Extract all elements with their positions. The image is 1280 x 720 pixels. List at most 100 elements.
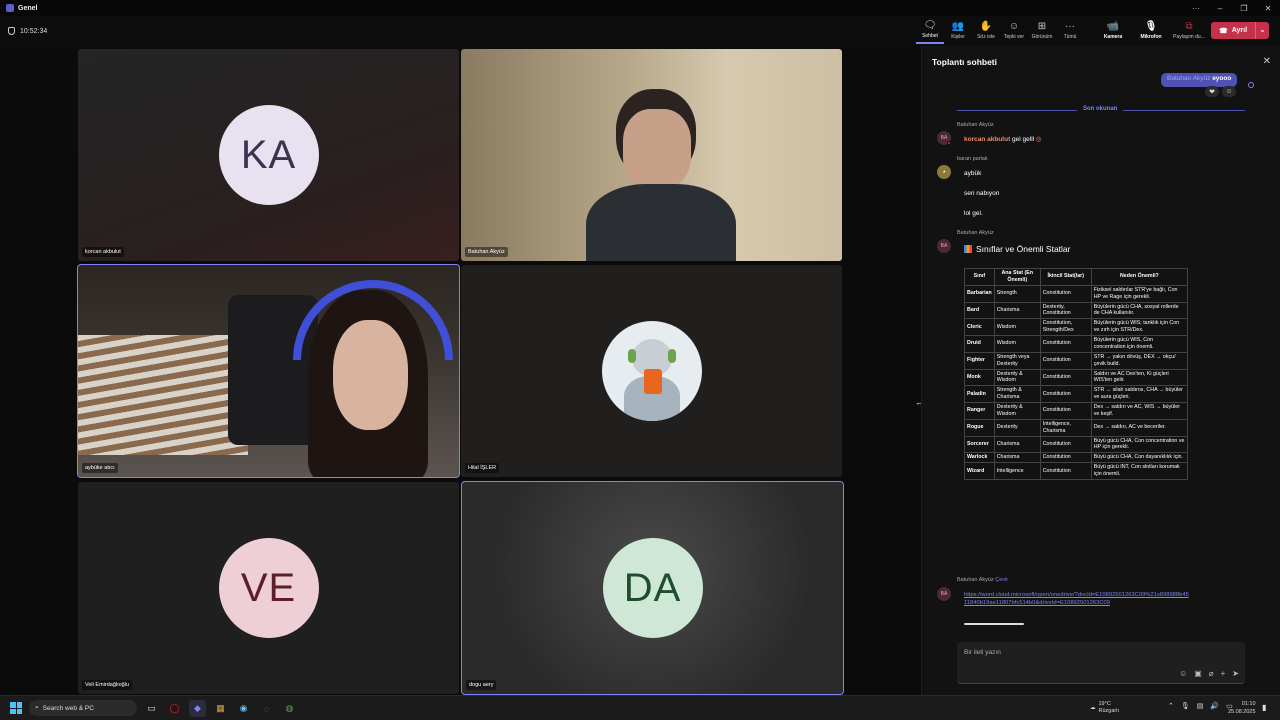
- secondary-stat-cell: Dexterity, Constitution: [1039, 301, 1092, 320]
- chat-panel: Toplantı sohbeti ✕ Batuhan Akyüz eyooo ❤…: [921, 46, 1280, 695]
- chevron-up-icon[interactable]: ⌃: [1168, 702, 1174, 710]
- raise-hand-button[interactable]: ✋ Söz iste: [972, 18, 1000, 44]
- close-window-button[interactable]: ✕: [1256, 0, 1280, 16]
- reason-cell: Fiziksel saldırılar STR'ye bağlı, Con HP…: [1090, 284, 1189, 303]
- leave-button[interactable]: ☎ Ayrıl ⌄: [1211, 22, 1269, 39]
- send-icon[interactable]: ➤: [1232, 669, 1239, 678]
- participant-tile[interactable]: aybüke atıcı: [77, 264, 460, 478]
- class-cell: Fighter: [964, 351, 995, 370]
- heart-reaction-icon[interactable]: ❤: [1205, 86, 1219, 97]
- participant-tile[interactable]: Hilal İŞLER: [461, 265, 842, 477]
- gif-icon[interactable]: ▣: [1194, 669, 1202, 678]
- add-reaction-icon[interactable]: ☺: [1222, 86, 1236, 97]
- avatar[interactable]: BA: [937, 239, 951, 253]
- emoji-icon[interactable]: ☺: [1179, 669, 1187, 678]
- avatar[interactable]: BA: [937, 587, 951, 601]
- share-button[interactable]: ⧉ Paylaşım du...: [1170, 18, 1208, 44]
- table-row: Rogue Dexterity Intelligence, Charisma Dex …: [964, 418, 1189, 437]
- document-link[interactable]: https://word.cloud.microsoft/open/onedri…: [964, 591, 1190, 607]
- opera-icon[interactable]: ◯: [166, 700, 183, 717]
- card-title: Sınıflar ve Önemli Statlar: [964, 244, 1070, 254]
- react-button[interactable]: ☺ Tepki ver: [1000, 18, 1028, 44]
- horizontal-scrollbar[interactable]: [964, 623, 1024, 625]
- taskbar-search[interactable]: ⌕ Search web & PC: [29, 700, 137, 716]
- mention[interactable]: korcan akbulut: [964, 136, 1010, 143]
- chat-button[interactable]: 🗨 Sohbet: [916, 18, 944, 44]
- class-cell: Paladin: [964, 385, 995, 403]
- chat-message: korcan akbulut gel gelll ◎: [964, 135, 1042, 143]
- network-icon[interactable]: ▤: [1197, 702, 1204, 710]
- main-stat-cell: Charisma: [993, 452, 1041, 464]
- main-stat-cell: Dexterity & Wisdom: [993, 402, 1041, 420]
- date: 25.08.2025: [1228, 708, 1256, 715]
- class-cell: Wizard: [964, 462, 995, 480]
- more-button[interactable]: ··· Tümü: [1056, 18, 1084, 44]
- teams-logo-icon: [6, 4, 14, 12]
- participant-name: aybüke atıcı: [82, 463, 118, 473]
- box-app-icon[interactable]: ▦: [212, 700, 229, 717]
- reason-cell: STR → silah saldırısı, CHA → büyüler ve …: [1090, 385, 1189, 403]
- chrome-icon[interactable]: ◍: [281, 700, 298, 717]
- secondary-stat-cell: Intelligence, Charisma: [1039, 418, 1092, 437]
- emoji-icon: ◎: [1035, 136, 1042, 143]
- sent-preview-text: eyooo: [1212, 75, 1232, 82]
- participant-name: Batuhan Akyüz: [465, 247, 508, 257]
- class-cell: Rogue: [964, 418, 995, 437]
- compose-box[interactable]: Bir ileti yazın ☺ ▣ ⌀ + ➤: [957, 642, 1245, 684]
- main-stat-cell: Charisma: [993, 301, 1041, 320]
- temperature: 19°C: [1098, 701, 1111, 707]
- more-options-icon[interactable]: ···: [1184, 0, 1208, 16]
- more-label: Tümü: [1063, 34, 1077, 40]
- camera-button[interactable]: 📹 Kamera: [1094, 18, 1132, 44]
- participant-tile[interactable]: Batuhan Akyüz: [461, 49, 842, 261]
- leave-dropdown-icon[interactable]: ⌄: [1255, 22, 1269, 39]
- shield-icon: [8, 27, 15, 35]
- translate-link[interactable]: Çevir: [995, 577, 1008, 583]
- windows-start-icon[interactable]: [10, 702, 22, 714]
- participant-tile[interactable]: KA korcan akbulut: [78, 49, 459, 261]
- task-view-icon[interactable]: ▭: [143, 700, 160, 717]
- view-button[interactable]: ⊞ Görünüm: [1028, 18, 1056, 44]
- people-button[interactable]: 👥 Kişiler: [944, 18, 972, 44]
- volume-icon[interactable]: 🔊: [1210, 702, 1219, 710]
- table-header: Ana Stat (En Önemli): [993, 268, 1041, 286]
- class-cell: Barbarian: [964, 284, 995, 303]
- clock[interactable]: 01:10 25.08.2025: [1228, 701, 1256, 716]
- mic-label: Mikrofon: [1140, 34, 1162, 40]
- attach-icon[interactable]: ⌀: [1209, 669, 1214, 678]
- weather-widget[interactable]: ☁ 19°C Rüzgarlı: [1090, 701, 1119, 715]
- close-icon[interactable]: ✕: [1263, 56, 1271, 67]
- weather-icon: ☁: [1090, 704, 1096, 711]
- notification-icon[interactable]: ▮: [1262, 703, 1266, 712]
- class-cell: Bard: [964, 301, 995, 320]
- weather-desc: Rüzgarlı: [1098, 708, 1119, 715]
- table-header: İkincil Stat(lar): [1039, 268, 1092, 286]
- reactions: ❤ ☺: [1205, 86, 1236, 97]
- phone-icon: ☎: [1219, 27, 1228, 35]
- window-title: Genel: [18, 4, 38, 12]
- class-cell: Warlock: [964, 452, 995, 464]
- mic-button[interactable]: 🎙 Mikrofon: [1132, 18, 1170, 44]
- whatsapp-icon[interactable]: ◌: [258, 700, 275, 717]
- participant-tile[interactable]: VE Veli Emirdağlıoğlu: [78, 482, 459, 694]
- smile-icon: ☺: [1008, 21, 1020, 32]
- sent-message-preview: Batuhan Akyüz eyooo: [1161, 73, 1238, 87]
- participant-tile[interactable]: DA dogu aery: [461, 481, 844, 695]
- steam-icon[interactable]: ◉: [235, 700, 252, 717]
- secondary-stat-cell: Constitution: [1039, 435, 1092, 454]
- teams-icon[interactable]: ◆: [189, 700, 206, 717]
- maximize-button[interactable]: ❐: [1232, 0, 1256, 16]
- mic-icon: 🎙: [1144, 21, 1158, 32]
- main-stat-cell: Strength veya Dexterity: [993, 351, 1041, 370]
- secondary-stat-cell: Constitution: [1039, 335, 1092, 353]
- avatar: KA: [218, 105, 319, 205]
- secondary-stat-cell: Constitution: [1039, 385, 1092, 403]
- mic-tray-icon[interactable]: 🎙: [1181, 702, 1190, 710]
- plus-icon[interactable]: +: [1221, 669, 1226, 678]
- class-cell: Druid: [964, 335, 995, 353]
- table-header: Sınıf: [964, 268, 995, 286]
- avatar[interactable]: ◕: [937, 165, 951, 179]
- minimize-button[interactable]: –: [1208, 0, 1232, 16]
- secondary-stat-cell: Constitution: [1039, 402, 1092, 420]
- app-title: Genel: [0, 4, 37, 12]
